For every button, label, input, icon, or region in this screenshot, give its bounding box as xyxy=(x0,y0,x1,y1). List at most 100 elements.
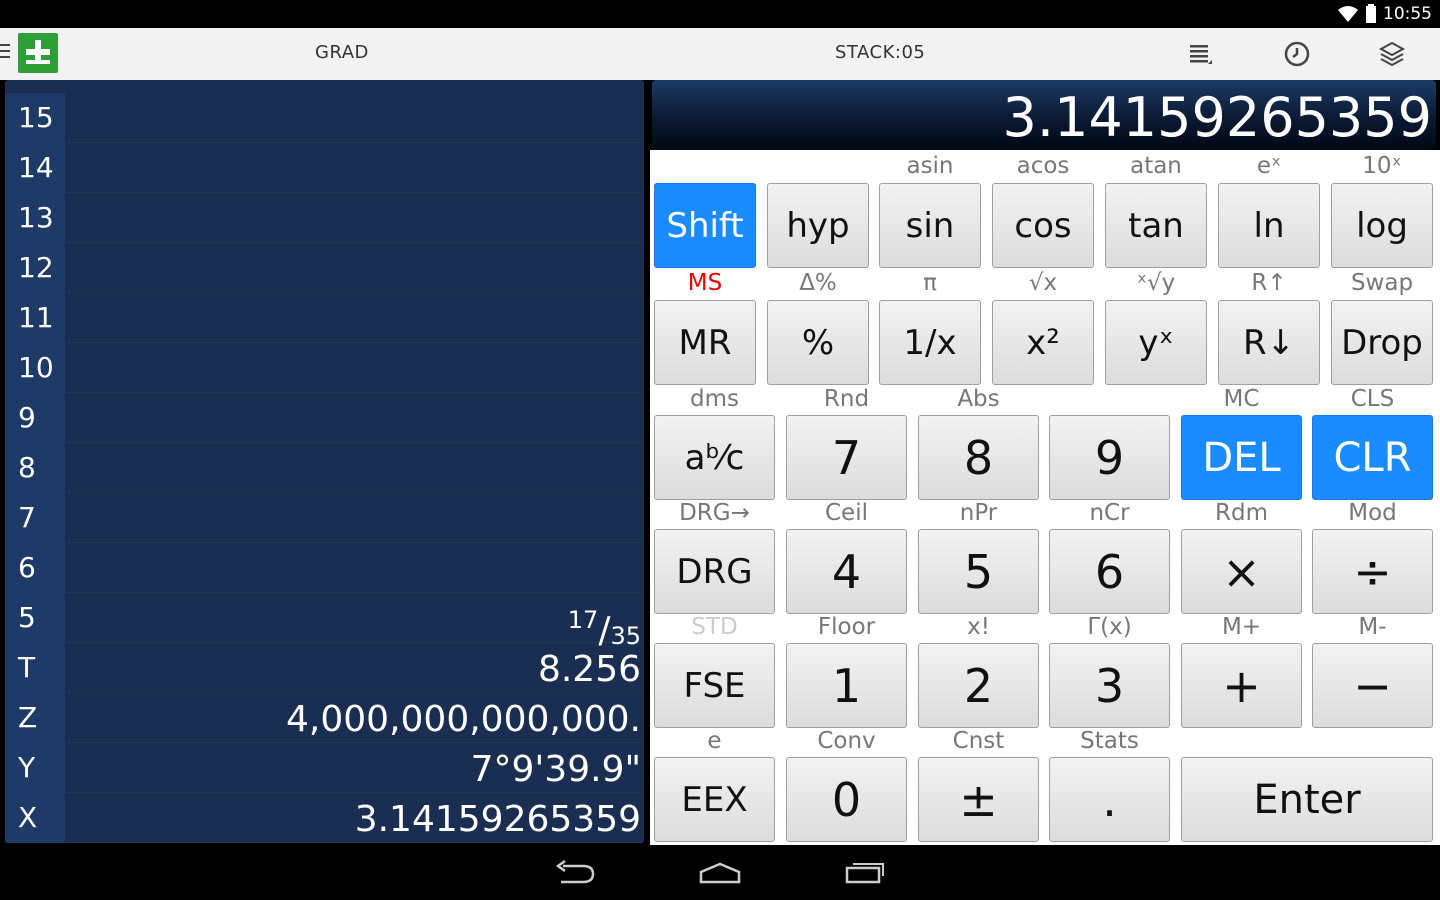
shift-label-gamma: Γ(x) xyxy=(1087,614,1132,640)
roll-down-button[interactable]: R↓ xyxy=(1218,300,1320,385)
decimal-point-button[interactable]: . xyxy=(1049,757,1170,842)
stack-row-5[interactable]: 5 17/35 xyxy=(5,593,644,651)
enter-button[interactable]: Enter xyxy=(1181,757,1433,842)
stack-index: X xyxy=(5,793,65,843)
fraction-numerator: 17 xyxy=(567,606,599,634)
log-button[interactable]: log xyxy=(1331,183,1433,268)
shift-label-acos: acos xyxy=(1016,153,1070,179)
shift-label-dms: dms xyxy=(690,386,739,412)
shift-label-e: e xyxy=(707,728,722,754)
stack-value: 7°9'39.9" xyxy=(470,749,641,790)
stack-row-9[interactable]: 9 xyxy=(5,393,644,443)
stack-depth-label[interactable]: STACK:05 xyxy=(835,42,925,63)
stack-value xyxy=(65,93,644,143)
stack-row-15[interactable]: 15 xyxy=(5,93,644,143)
history-icon[interactable] xyxy=(1186,40,1214,68)
fse-button[interactable]: FSE xyxy=(654,643,775,728)
eex-button[interactable]: EEX xyxy=(654,757,775,842)
shift-label-rdm: Rdm xyxy=(1215,500,1268,526)
recent-apps-icon[interactable] xyxy=(843,858,889,888)
divide-button[interactable]: ÷ xyxy=(1312,529,1433,614)
digit-7-button[interactable]: 7 xyxy=(786,415,907,500)
stack-row-14[interactable]: 14 xyxy=(5,143,644,193)
digit-9-button[interactable]: 9 xyxy=(1049,415,1170,500)
stack-row-y[interactable]: Y 7°9'39.9" xyxy=(5,743,644,793)
stack-value xyxy=(65,193,644,243)
stack-row-13[interactable]: 13 xyxy=(5,193,644,243)
shift-label-mc: MC xyxy=(1223,386,1260,412)
cos-button[interactable]: cos xyxy=(992,183,1094,268)
stack-row-11[interactable]: 11 xyxy=(5,293,644,343)
delete-button[interactable]: DEL xyxy=(1181,415,1302,500)
fraction-button[interactable]: aᵇ⁄c xyxy=(654,415,775,500)
shift-label-rnd: Rnd xyxy=(823,386,870,412)
digit-5-button[interactable]: 5 xyxy=(918,529,1039,614)
digit-2-button[interactable]: 2 xyxy=(918,643,1039,728)
power-button[interactable]: yˣ xyxy=(1105,300,1207,385)
shift-button[interactable]: Shift xyxy=(654,183,756,268)
shift-label-xroot: ˣ√y xyxy=(1136,270,1176,296)
hyp-button[interactable]: hyp xyxy=(767,183,869,268)
digit-8-button[interactable]: 8 xyxy=(918,415,1039,500)
stack-index: 11 xyxy=(5,293,65,343)
stack-value-fraction: 17/35 xyxy=(65,593,644,651)
app-icon[interactable] xyxy=(18,33,58,73)
stack-index: 12 xyxy=(5,243,65,293)
tan-button[interactable]: tan xyxy=(1105,183,1207,268)
stack-index: 13 xyxy=(5,193,65,243)
clear-button[interactable]: CLR xyxy=(1312,415,1433,500)
digit-3-button[interactable]: 3 xyxy=(1049,643,1170,728)
shift-label-pow10: 10ˣ xyxy=(1362,153,1402,179)
multiply-button[interactable]: × xyxy=(1181,529,1302,614)
ln-button[interactable]: ln xyxy=(1218,183,1320,268)
shift-label-asin: asin xyxy=(906,153,954,179)
shift-label-cls: CLS xyxy=(1350,386,1395,412)
stack-row-8[interactable]: 8 xyxy=(5,443,644,493)
wifi-icon xyxy=(1338,6,1358,22)
percent-button[interactable]: % xyxy=(767,300,869,385)
sin-button[interactable]: sin xyxy=(879,183,981,268)
clock-icon[interactable] xyxy=(1283,40,1311,68)
shift-label-m-plus: M+ xyxy=(1221,614,1262,640)
stack-row-t[interactable]: T 8.256 xyxy=(5,643,644,693)
shift-label-conv: Conv xyxy=(817,728,876,754)
back-icon[interactable] xyxy=(553,858,599,888)
stack-index: T xyxy=(5,643,65,693)
square-button[interactable]: x² xyxy=(992,300,1094,385)
shift-label-delta-percent: Δ% xyxy=(799,270,837,296)
drop-button[interactable]: Drop xyxy=(1331,300,1433,385)
shift-label-ceil: Ceil xyxy=(825,500,868,526)
display-value: 3.14159265359 xyxy=(1002,86,1432,149)
digit-0-button[interactable]: 0 xyxy=(786,757,907,842)
stack-value xyxy=(65,443,644,493)
shift-label-exp: eˣ xyxy=(1256,153,1282,179)
stack-row-z[interactable]: Z 4,000,000,000,000. xyxy=(5,693,644,743)
menu-icon[interactable] xyxy=(0,44,10,62)
digit-1-button[interactable]: 1 xyxy=(786,643,907,728)
stack-row-6[interactable]: 6 xyxy=(5,543,644,593)
add-button[interactable]: + xyxy=(1181,643,1302,728)
stack-row-10[interactable]: 10 xyxy=(5,343,644,393)
subtract-button[interactable]: − xyxy=(1312,643,1433,728)
angle-mode-label[interactable]: GRAD xyxy=(315,42,369,63)
change-sign-button[interactable]: ± xyxy=(918,757,1039,842)
stack-value xyxy=(65,293,644,343)
digit-6-button[interactable]: 6 xyxy=(1049,529,1170,614)
reciprocal-button[interactable]: 1/x xyxy=(879,300,981,385)
stack-row-x[interactable]: X 3.14159265359 xyxy=(5,793,644,843)
shift-label-abs: Abs xyxy=(957,386,1000,412)
drg-button[interactable]: DRG xyxy=(654,529,775,614)
shift-label-mod: Mod xyxy=(1348,500,1397,526)
stack-index: 8 xyxy=(5,443,65,493)
stack-row-12[interactable]: 12 xyxy=(5,243,644,293)
home-icon[interactable] xyxy=(697,858,743,888)
stack-row-7[interactable]: 7 xyxy=(5,493,644,543)
shift-label-stats: Stats xyxy=(1080,728,1139,754)
layers-icon[interactable] xyxy=(1378,40,1406,68)
shift-label-atan: atan xyxy=(1130,153,1182,179)
stack-value xyxy=(65,393,644,443)
digit-4-button[interactable]: 4 xyxy=(786,529,907,614)
stack-value: 3.14159265359 xyxy=(354,799,641,840)
mr-button[interactable]: MR xyxy=(654,300,756,385)
shift-label-m-minus: M- xyxy=(1358,614,1387,640)
